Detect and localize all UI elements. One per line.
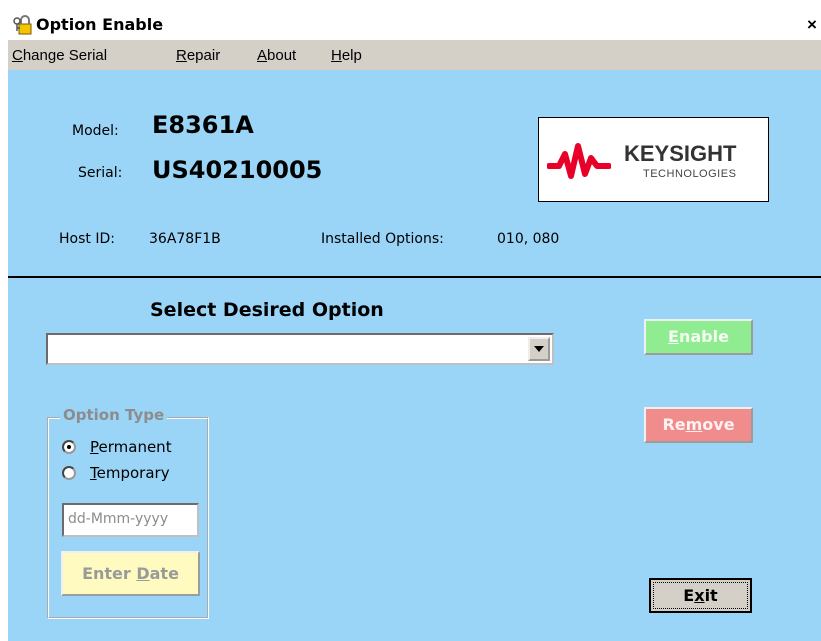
title-bar: Option Enable ×: [8, 10, 821, 40]
model-label: Model:: [72, 123, 119, 139]
menu-bar: Change Serial Repair About Help: [8, 40, 821, 70]
key-lock-icon: [13, 15, 32, 35]
installed-options-value: 010, 080: [497, 231, 560, 247]
menu-help[interactable]: Help: [331, 47, 362, 64]
serial-value: US40210005: [152, 156, 323, 184]
permanent-radio[interactable]: [62, 440, 76, 454]
host-id-label: Host ID:: [59, 231, 115, 247]
logo-tagline: TECHNOLOGIES: [643, 168, 737, 180]
enter-date-button[interactable]: Enter Date: [61, 551, 200, 596]
select-option-title: Select Desired Option: [150, 299, 384, 321]
section-divider: [8, 276, 821, 278]
close-button[interactable]: ×: [803, 16, 821, 34]
temporary-label[interactable]: Temporary: [90, 464, 170, 482]
logo-wordmark: KEYSIGHT: [624, 141, 737, 166]
option-enable-window: Option Enable × Change Serial Repair Abo…: [8, 10, 821, 641]
focus-rect: [653, 582, 748, 609]
host-id-value: 36A78F1B: [149, 231, 221, 247]
window-title: Option Enable: [36, 15, 164, 34]
model-value: E8361A: [152, 111, 254, 139]
temporary-radio[interactable]: [62, 466, 76, 480]
option-type-title: Option Type: [60, 406, 168, 424]
menu-about[interactable]: About: [257, 47, 296, 64]
enable-button[interactable]: Enable: [644, 319, 753, 355]
keysight-wave-icon: [547, 143, 611, 179]
date-field[interactable]: dd-Mmm-yyyy: [62, 503, 199, 537]
menu-change-serial[interactable]: Change Serial: [12, 47, 107, 64]
option-dropdown[interactable]: [46, 333, 554, 365]
remove-button[interactable]: Remove: [644, 407, 753, 443]
chevron-down-icon[interactable]: [528, 337, 550, 361]
exit-button[interactable]: Exit: [649, 578, 752, 613]
keysight-logo: KEYSIGHT TECHNOLOGIES: [538, 117, 769, 202]
serial-label: Serial:: [78, 165, 123, 181]
permanent-label[interactable]: Permanent: [90, 438, 172, 456]
installed-options-label: Installed Options:: [321, 231, 444, 247]
menu-repair[interactable]: Repair: [176, 47, 220, 64]
